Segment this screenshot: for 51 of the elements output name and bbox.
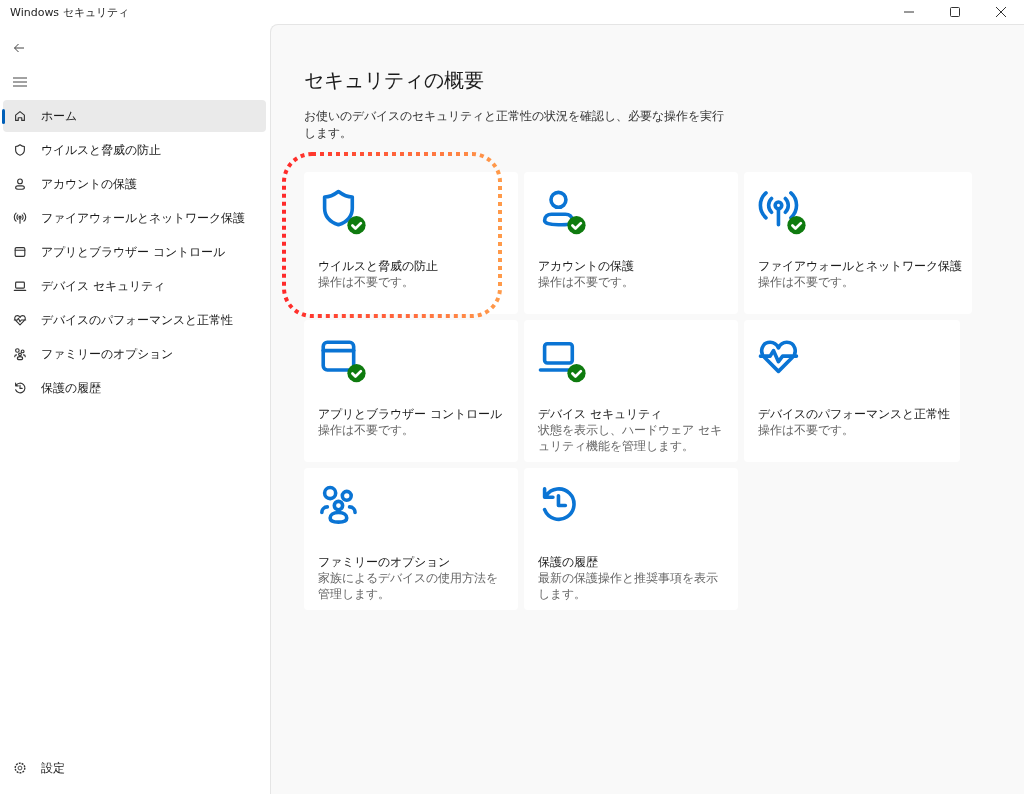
tile-title: 保護の履歴 [538, 554, 599, 570]
status-tile[interactable]: デバイス セキュリティ 状態を表示し、ハードウェア セキュリティ機能を管理します。 [524, 320, 738, 462]
nav-item[interactable]: デバイス セキュリティ [3, 270, 266, 302]
nav-item[interactable]: ホーム [3, 100, 266, 132]
tile-title: デバイスのパフォーマンスと正常性 [758, 406, 950, 422]
person-icon [13, 177, 27, 191]
status-tile[interactable]: デバイスのパフォーマンスと正常性 操作は不要です。 [744, 320, 960, 462]
tile-title: ファイアウォールとネットワーク保護 [758, 258, 962, 274]
back-arrow-icon [13, 42, 25, 54]
home-icon [13, 109, 27, 123]
tile-status: 最新の保護操作と推奨事項を表示します。 [538, 570, 719, 602]
tile-title: アカウントの保護 [538, 258, 635, 274]
status-tile[interactable]: 保護の履歴 最新の保護操作と推奨事項を表示します。 [524, 468, 738, 610]
tile-status: 操作は不要です。 [318, 274, 415, 290]
nav-item[interactable]: 保護の履歴 [3, 372, 266, 404]
status-tile[interactable]: ファミリーのオプション 家族によるデバイスの使用方法を管理します。 [304, 468, 518, 610]
status-tile[interactable]: アプリとブラウザー コントロール 操作は不要です。 [304, 320, 518, 462]
page-heading: セキュリティの概要 [304, 67, 485, 94]
nav-item[interactable]: アカウントの保護 [3, 168, 266, 200]
maximize-icon [950, 7, 960, 17]
laptop-icon [13, 279, 27, 293]
tile-status: 操作は不要です。 [758, 422, 855, 438]
status-tile[interactable]: ファイアウォールとネットワーク保護 操作は不要です。 [744, 172, 972, 314]
tile-status: 家族によるデバイスの使用方法を管理します。 [318, 570, 499, 602]
nav-item[interactable]: ウイルスと脅威の防止 [3, 134, 266, 166]
family-icon [13, 347, 27, 361]
history-icon [13, 381, 27, 395]
page-description: お使いのデバイスのセキュリティと正常性の状況を確認し、必要な操作を実行します。 [304, 108, 724, 142]
close-icon [996, 7, 1006, 17]
window-title: Windows セキュリティ [10, 4, 130, 20]
status-tile[interactable]: ウイルスと脅威の防止 操作は不要です。 [304, 172, 518, 314]
window-icon [13, 245, 27, 259]
tile-status: 操作は不要です。 [758, 274, 855, 290]
antenna-icon [13, 211, 27, 225]
tile-title: ファミリーのオプション [318, 554, 451, 570]
settings-icon [13, 761, 27, 775]
nav-item[interactable]: ファミリーのオプション [3, 338, 266, 370]
tile-title: ウイルスと脅威の防止 [318, 258, 439, 274]
tile-status: 状態を表示し、ハードウェア セキュリティ機能を管理します。 [538, 422, 723, 454]
heart-icon [13, 313, 27, 327]
shield-icon [13, 143, 27, 157]
nav-item[interactable]: アプリとブラウザー コントロール [3, 236, 266, 268]
nav-item[interactable]: ファイアウォールとネットワーク保護 [3, 202, 266, 234]
status-tile[interactable]: アカウントの保護 操作は不要です。 [524, 172, 738, 314]
nav-item[interactable]: デバイスのパフォーマンスと正常性 [3, 304, 266, 336]
tile-title: アプリとブラウザー コントロール [318, 406, 503, 422]
tile-status: 操作は不要です。 [318, 422, 415, 438]
menu-icon [13, 76, 27, 88]
tile-title: デバイス セキュリティ [538, 406, 663, 422]
settings-item[interactable]: 設定 [3, 752, 266, 784]
tile-status: 操作は不要です。 [538, 274, 635, 290]
